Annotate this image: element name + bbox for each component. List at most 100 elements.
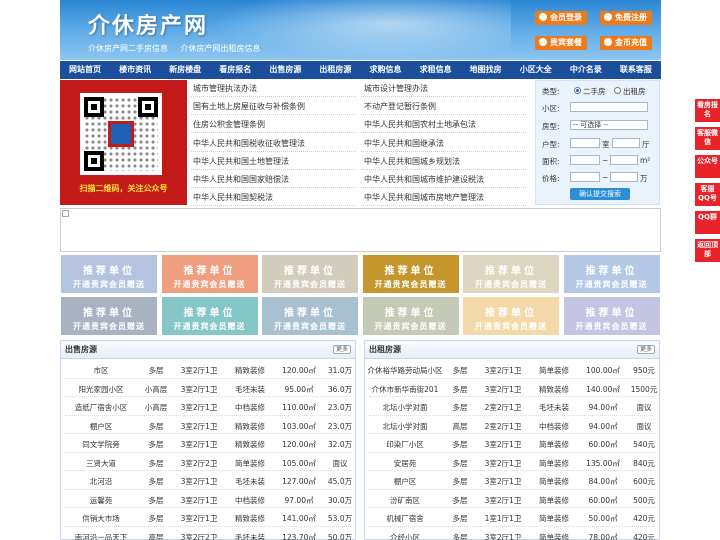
listing-row[interactable]: 北河沿 多层 3室2厅1卫 毛坯未装 127.00㎡ 45.0万: [61, 471, 355, 490]
nav-item[interactable]: 出租房源: [310, 61, 360, 79]
listing-cell[interactable]: 棚户区: [61, 421, 141, 432]
listing-row[interactable]: 介经小区 多层 3室2厅1卫 简单装修 78.00㎡ 420元: [365, 527, 659, 540]
recommended-unit-slot[interactable]: 推荐单位 开通贵宾会员赠送: [463, 255, 559, 293]
regulation-link[interactable]: 城市管理执法办法: [193, 83, 257, 94]
listing-cell[interactable]: 介休裕华路劳动局小区: [365, 365, 445, 376]
recommended-unit-slot[interactable]: 推荐单位 开通贵宾会员赠送: [161, 297, 258, 335]
area-min-input[interactable]: [570, 155, 600, 165]
nav-item[interactable]: 中介名录: [561, 61, 611, 79]
listing-row[interactable]: 市区 多层 3室2厅1卫 精致装修 120.00㎡ 31.0万: [61, 360, 355, 379]
recommended-unit-slot[interactable]: 推荐单位 开通贵宾会员赠送: [61, 255, 157, 293]
register-button[interactable]: 免费注册: [600, 11, 652, 25]
listing-row[interactable]: 汾矿南区 多层 3室2厅1卫 简单装修 60.00㎡ 500元: [365, 490, 659, 508]
listing-row[interactable]: 机械厂宿舍 多层 1室1厅1卫 简单装修 50.00㎡ 420元: [365, 508, 659, 527]
regulation-link[interactable]: 中华人民共和国农村土地承包法: [364, 119, 476, 130]
regulation-link[interactable]: 不动产登记暂行条例: [364, 101, 436, 112]
listing-row[interactable]: 南河沿一品天下 高层 3室2厅2卫 毛坯未装 123.70㎡ 50.0万: [61, 527, 355, 540]
regulation-link[interactable]: 中华人民共和国城乡规划法: [364, 156, 460, 167]
recommended-unit-slot[interactable]: 推荐单位 开通贵宾会员赠送: [262, 255, 358, 293]
listing-row[interactable]: 造纸厂宿舍小区 小高层 3室2厅1卫 中档装修 110.00㎡ 23.0万: [61, 397, 355, 416]
recommended-unit-slot[interactable]: 推荐单位 开通贵宾会员赠送: [362, 255, 459, 293]
recommended-unit-slot[interactable]: 推荐单位 开通贵宾会员赠送: [563, 255, 660, 293]
regulation-link[interactable]: 中华人民共和国国家赔偿法: [193, 174, 289, 185]
listing-cell[interactable]: 安居苑: [365, 458, 445, 469]
regulation-link[interactable]: 中华人民共和国税收征收管理法: [193, 138, 305, 149]
listing-cell[interactable]: 运馨苑: [61, 495, 141, 506]
regulation-link[interactable]: 中华人民共和国继承法: [364, 138, 444, 149]
recommended-unit-slot[interactable]: 推荐单位 开通贵宾会员赠送: [61, 297, 157, 335]
listing-row[interactable]: 介休市新华南街201 多层 3室2厅1卫 精致装修 140.00㎡ 1500元: [365, 379, 659, 397]
listing-cell[interactable]: 介经小区: [365, 532, 445, 540]
radio-rent-label[interactable]: 出租房: [623, 86, 646, 97]
listing-row[interactable]: 阳光家园小区 小高层 3室2厅1卫 毛坯未装 95.00㎡ 36.0万: [61, 379, 355, 397]
room-select[interactable]: [570, 138, 600, 148]
regulation-link[interactable]: 中华人民共和国土地管理法: [193, 156, 289, 167]
listing-row[interactable]: 同文学院旁 多层 3室2厅1卫 精致装修 120.00㎡ 32.0万: [61, 434, 355, 453]
side-wechat-button[interactable]: 客服微信: [695, 127, 720, 150]
regulation-link[interactable]: 国有土地上房屋征收与补偿条例: [193, 101, 305, 112]
listing-row[interactable]: 安居苑 多层 3室2厅1卫 简单装修 135.00㎡ 840元: [365, 453, 659, 471]
listing-row[interactable]: 供销大市场 多层 3室2厅1卫 精致装修 141.00㎡ 53.0万: [61, 508, 355, 527]
side-official-account-button[interactable]: 公众号: [695, 155, 720, 178]
listing-row[interactable]: 介休裕华路劳动局小区 多层 3室2厅1卫 简单装修 100.00㎡ 950元: [365, 360, 659, 379]
regulation-link[interactable]: 住房公积金管理条例: [193, 119, 265, 130]
listing-row[interactable]: 三贤大道 多层 3室2厅2卫 简单装修 105.00㎡ 面议: [61, 453, 355, 471]
slogan-rent[interactable]: 介休房产网出租房信息: [181, 44, 261, 53]
listing-cell[interactable]: 北坛小学对面: [365, 421, 445, 432]
nav-item[interactable]: 求租信息: [411, 61, 461, 79]
listing-cell[interactable]: 汾矿南区: [365, 495, 445, 506]
recommended-unit-slot[interactable]: 推荐单位 开通贵宾会员赠送: [161, 255, 258, 293]
site-logo[interactable]: 介休房产网: [88, 8, 208, 40]
listing-row[interactable]: 北坛小学对面 多层 2室2厅1卫 毛坯未装 94.00㎡ 面议: [365, 397, 659, 416]
nav-item[interactable]: 楼市资讯: [110, 61, 160, 79]
regulation-link[interactable]: 中华人民共和国契税法: [193, 192, 273, 203]
radio-rent[interactable]: [614, 87, 621, 94]
radio-secondhand-label[interactable]: 二手房: [583, 86, 606, 97]
listing-cell[interactable]: 三贤大道: [61, 458, 141, 469]
regulation-link[interactable]: 中华人民共和国城市房地产管理法: [364, 192, 484, 203]
listing-cell[interactable]: 机械厂宿舍: [365, 513, 445, 524]
recommended-unit-slot[interactable]: 推荐单位 开通贵宾会员赠送: [463, 297, 559, 335]
search-submit-button[interactable]: 确认提交搜索: [570, 188, 630, 200]
login-button[interactable]: 会员登录: [535, 11, 587, 25]
side-viewing-signup-button[interactable]: 看房报名: [695, 99, 720, 122]
hall-select[interactable]: [612, 138, 640, 148]
listing-cell[interactable]: 棚户区: [365, 476, 445, 487]
sale-more-button[interactable]: 更多: [333, 345, 351, 354]
listing-cell[interactable]: 南河沿一品天下: [61, 532, 141, 540]
regulation-link[interactable]: 城市设计管理办法: [364, 83, 428, 94]
listing-cell[interactable]: 介休市新华南街201: [365, 384, 445, 395]
nav-item[interactable]: 联系客服: [611, 61, 661, 79]
side-back-to-top-button[interactable]: 返回顶部: [695, 239, 720, 262]
listing-cell[interactable]: 同文学院旁: [61, 439, 141, 450]
nav-item[interactable]: 小区大全: [511, 61, 561, 79]
radio-secondhand[interactable]: [574, 87, 581, 94]
recommended-unit-slot[interactable]: 推荐单位 开通贵宾会员赠送: [262, 297, 358, 335]
recommended-unit-slot[interactable]: 推荐单位 开通贵宾会员赠送: [563, 297, 660, 335]
listing-cell[interactable]: 造纸厂宿舍小区: [61, 402, 141, 413]
vip-package-button[interactable]: 贵宾套餐: [535, 36, 587, 50]
nav-item[interactable]: 求购信息: [360, 61, 410, 79]
listing-row[interactable]: 运馨苑 多层 3室2厅1卫 中档装修 97.00㎡ 30.0万: [61, 490, 355, 508]
community-input[interactable]: [570, 102, 648, 112]
recommended-unit-slot[interactable]: 推荐单位 开通贵宾会员赠送: [362, 297, 459, 335]
listing-cell[interactable]: 供销大市场: [61, 513, 141, 524]
listing-row[interactable]: 棚户区 多层 3室2厅1卫 简单装修 84.00㎡ 600元: [365, 471, 659, 490]
regulation-link[interactable]: 中华人民共和国城市维护建设税法: [364, 174, 484, 185]
side-qq-button[interactable]: 客服QQ号: [695, 183, 720, 206]
nav-item[interactable]: 看房报名: [210, 61, 260, 79]
slogan-sale[interactable]: 介休房产网二手房信息: [88, 44, 168, 53]
rent-more-button[interactable]: 更多: [637, 345, 655, 354]
nav-item[interactable]: 网站首页: [60, 61, 110, 79]
price-min-input[interactable]: [570, 172, 600, 182]
listing-cell[interactable]: 北河沿: [61, 476, 141, 487]
listing-row[interactable]: 北坛小学对面 高层 2室2厅1卫 中档装修 94.00㎡ 面议: [365, 416, 659, 434]
nav-item[interactable]: 新房楼盘: [160, 61, 210, 79]
nav-item[interactable]: 出售房源: [260, 61, 310, 79]
ad-banner[interactable]: [60, 208, 661, 252]
listing-cell[interactable]: 阳光家园小区: [61, 384, 141, 395]
listing-row[interactable]: 印染厂小区 多层 3室2厅1卫 简单装修 60.00㎡ 540元: [365, 434, 659, 453]
listing-cell[interactable]: 市区: [61, 365, 141, 376]
listing-cell[interactable]: 北坛小学对面: [365, 402, 445, 413]
area-max-input[interactable]: [610, 155, 638, 165]
